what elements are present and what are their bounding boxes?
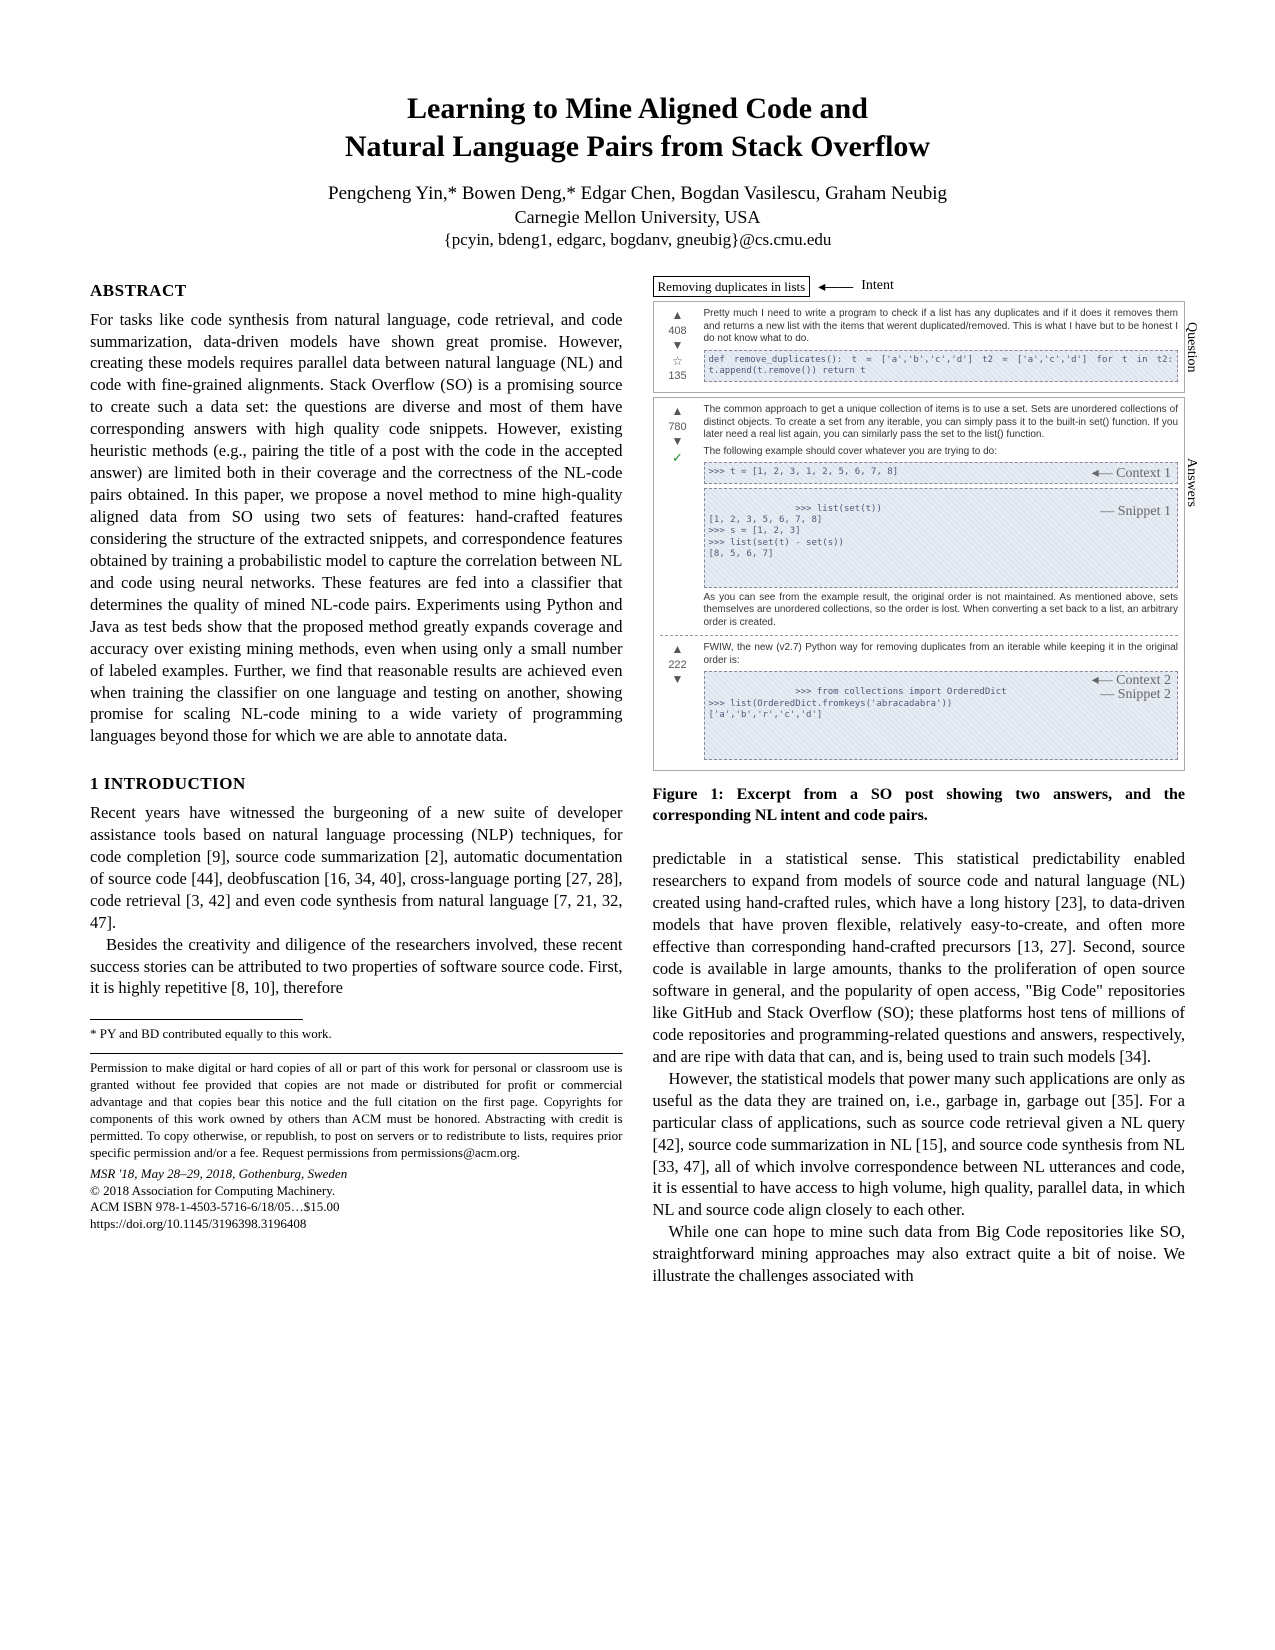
venue-text: MSR '18, May 28–29, 2018, Gothenburg, Sw… [90,1166,623,1183]
answer-1: 780 The common approach to get a unique … [660,404,1179,629]
emails: {pcyin, bdeng1, edgarc, bogdanv, gneubig… [90,230,1185,250]
author-list: Pengcheng Yin,* Bowen Deng,* Edgar Chen,… [90,183,1185,205]
answer1-votes: 780 [660,404,696,629]
title-line-1: Learning to Mine Aligned Code and [407,92,868,125]
question-side-label: Question [1181,322,1200,373]
two-column-layout: ABSTRACT For tasks like code synthesis f… [90,276,1185,1287]
left-column: ABSTRACT For tasks like code synthesis f… [90,276,623,1287]
answer2-content: FWIW, the new (v2.7) Python way for remo… [704,642,1179,764]
snippet1-code-text: >>> list(set(t)) [1, 2, 3, 5, 6, 7, 8] >… [709,504,882,559]
title-line-2: Natural Language Pairs from Stack Overfl… [345,130,930,163]
intro-para-2: Besides the creativity and diligence of … [90,934,623,1000]
abstract-heading: ABSTRACT [90,280,623,303]
upvote-icon [660,308,696,324]
answer1-text2: The following example should cover whate… [704,446,1179,459]
answers-panel: Answers 780 The common approach to get a… [653,397,1186,771]
question-panel: Question 408 135 Pretty much I need to w… [653,301,1186,393]
arrow-icon: ◂—— [818,277,853,296]
downvote-icon [660,672,696,688]
question-content: Pretty much I need to write a program to… [704,308,1179,386]
answer2-text: FWIW, the new (v2.7) Python way for remo… [704,642,1179,667]
context1-code: >>> t = [1, 2, 3, 1, 2, 5, 6, 7, 8] ◂— C… [704,462,1179,483]
col2-para-3: While one can hope to mine such data fro… [653,1221,1186,1287]
copyright-text: © 2018 Association for Computing Machine… [90,1183,623,1200]
downvote-icon [660,338,696,354]
isbn-text: ACM ISBN 978-1-4503-5716-6/18/05…$15.00 [90,1199,623,1216]
right-column: Removing duplicates in lists ◂—— Intent … [653,276,1186,1287]
answers-side-label: Answers [1181,458,1200,507]
answer1-text1: The common approach to get a unique coll… [704,404,1179,442]
downvote-icon [660,434,696,450]
col2-para-2: However, the statistical models that pow… [653,1068,1186,1222]
col2-para-1: predictable in a statistical sense. This… [653,848,1186,1067]
question-code: def remove_duplicates(): t = ['a','b','c… [704,350,1179,383]
figure-1: Removing duplicates in lists ◂—— Intent … [653,276,1186,826]
affiliation: Carnegie Mellon University, USA [90,207,1185,228]
question-votes: 408 135 [660,308,696,386]
answer1-vote-count: 780 [668,421,686,433]
doi-text: https://doi.org/10.1145/3196398.3196408 [90,1216,623,1233]
abstract-text: For tasks like code synthesis from natur… [90,309,623,748]
equal-contrib-note: * PY and BD contributed equally to this … [90,1026,623,1043]
so-question-title: Removing duplicates in lists [653,276,811,297]
upvote-icon [660,404,696,420]
context1-label: ◂— Context 1 [1092,465,1171,483]
footnote-separator [90,1019,303,1020]
answer-2: 222 FWIW, the new (v2.7) Python way for … [660,642,1179,764]
permission-text: Permission to make digital or hard copie… [90,1060,623,1161]
question-text: Pretty much I need to write a program to… [704,308,1179,346]
answer1-content: The common approach to get a unique coll… [704,404,1179,629]
intro-heading: 1 INTRODUCTION [90,773,623,796]
question-fav-count: 135 [668,370,686,382]
intent-label: Intent [861,277,894,296]
figure-1-caption: Figure 1: Excerpt from a SO post showing… [653,785,1186,827]
snippet1-code: >>> list(set(t)) [1, 2, 3, 5, 6, 7, 8] >… [704,488,1179,588]
accepted-icon [660,450,696,467]
figure-title-row: Removing duplicates in lists ◂—— Intent [653,276,1186,297]
answer1-text3: As you can see from the example result, … [704,592,1179,630]
paper-title: Learning to Mine Aligned Code and Natura… [90,90,1185,165]
question-vote-count: 408 [668,325,686,337]
permission-separator [90,1053,623,1054]
upvote-icon [660,642,696,658]
snippet2-code: >>> from collections import OrderedDict … [704,671,1179,760]
answer-separator [660,635,1179,636]
intro-para-1: Recent years have witnessed the burgeoni… [90,802,623,934]
snippet2-code-text: >>> from collections import OrderedDict … [709,687,1007,720]
answer2-vote-count: 222 [668,659,686,671]
favorite-icon [660,354,696,370]
context1-code-text: >>> t = [1, 2, 3, 1, 2, 5, 6, 7, 8] [709,467,899,477]
answer2-votes: 222 [660,642,696,764]
snippet2-label: — Snippet 2 [1100,686,1171,704]
paper-page: Learning to Mine Aligned Code and Natura… [0,0,1275,1347]
snippet1-label: — Snippet 1 [1100,503,1171,521]
footnote-block: * PY and BD contributed equally to this … [90,1026,623,1233]
